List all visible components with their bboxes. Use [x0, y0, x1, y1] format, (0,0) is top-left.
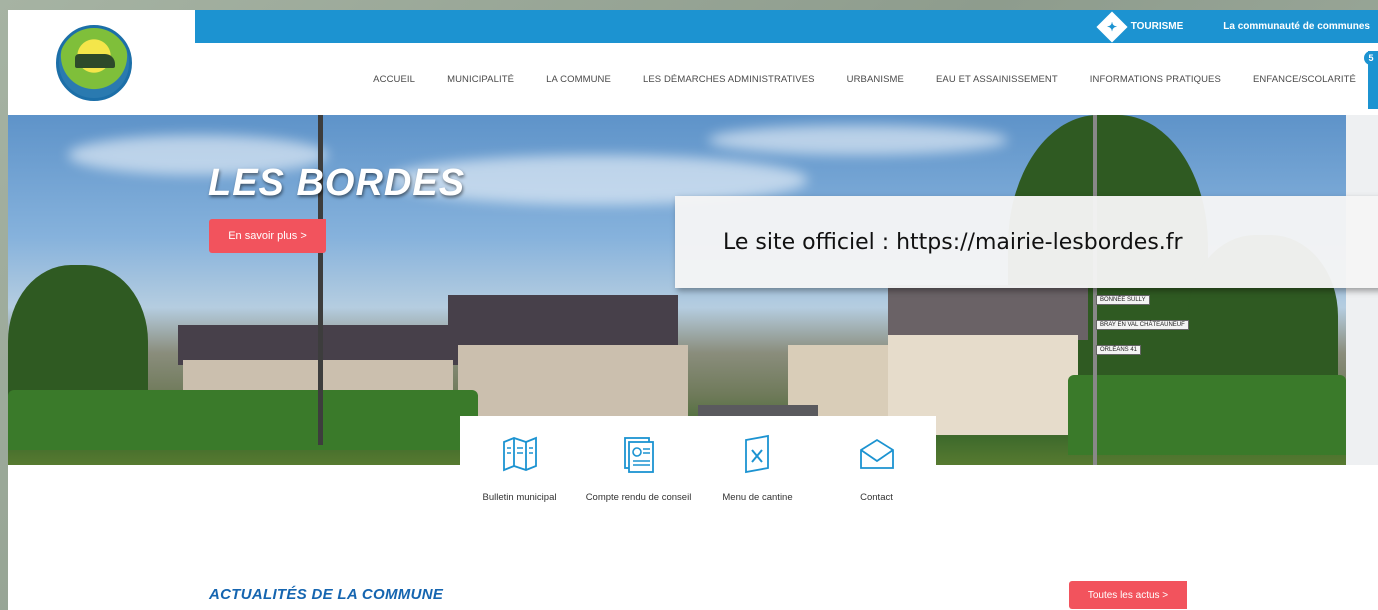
- quick-label: Contact: [860, 492, 893, 503]
- en-savoir-plus-button[interactable]: En savoir plus >: [209, 219, 326, 253]
- toutes-les-actus-button[interactable]: Toutes les actus >: [1069, 581, 1187, 609]
- nav-item-demarches[interactable]: LES DÉMARCHES ADMINISTRATIVES: [627, 74, 831, 85]
- communaute-link[interactable]: La communauté de communes: [1223, 21, 1370, 32]
- site-logo[interactable]: [56, 24, 132, 101]
- top-bar: ✦ TOURISME La communauté de communes: [195, 10, 1378, 43]
- news-section-title: ACTUALITÉS DE LA COMMUNE: [209, 586, 444, 603]
- quick-bulletin-municipal[interactable]: Bulletin municipal: [460, 416, 579, 526]
- nav-item-municipalite[interactable]: MUNICIPALITÉ: [431, 74, 530, 85]
- tourisme-link[interactable]: ✦ TOURISME: [1096, 10, 1184, 43]
- tourisme-label: TOURISME: [1130, 21, 1184, 32]
- nav-item-eau[interactable]: EAU ET ASSAINISSEMENT: [920, 74, 1074, 85]
- map-icon: [502, 436, 537, 472]
- official-site-banner: Le site officiel : https://mairie-lesbor…: [675, 196, 1378, 288]
- nav-item-enfance[interactable]: ENFANCE/SCOLARITÉ: [1237, 74, 1372, 85]
- quick-menu-cantine[interactable]: Menu de cantine: [698, 416, 817, 526]
- website-page: ✦ TOURISME La communauté de communes ACC…: [8, 10, 1378, 610]
- nav-item-accueil[interactable]: ACCUEIL: [357, 74, 431, 85]
- quick-compte-rendu[interactable]: Compte rendu de conseil: [579, 416, 698, 526]
- nav-item-urbanisme[interactable]: URBANISME: [831, 74, 920, 85]
- envelope-icon: [859, 438, 894, 469]
- nav-item-infos-pratiques[interactable]: INFORMATIONS PRATIQUES: [1074, 74, 1237, 85]
- main-nav: ACCUEIL MUNICIPALITÉ LA COMMUNE LES DÉMA…: [195, 43, 1378, 115]
- nav-item-la-commune[interactable]: LA COMMUNE: [530, 74, 627, 85]
- menu-icon: [744, 434, 769, 474]
- hero-title: LES BORDES: [208, 162, 466, 204]
- report-icon: [623, 437, 654, 473]
- logo-area[interactable]: [8, 10, 195, 115]
- tourisme-icon: ✦: [1096, 10, 1128, 43]
- quick-contact[interactable]: Contact: [817, 416, 936, 526]
- quick-label: Menu de cantine: [722, 492, 793, 503]
- hero-side-strip: [1346, 115, 1378, 465]
- quick-label: Compte rendu de conseil: [585, 492, 692, 503]
- quick-access-panel: Bulletin municipal Compte rendu de conse…: [460, 416, 936, 526]
- quick-label: Bulletin municipal: [482, 492, 557, 503]
- notification-badge: 5: [1364, 51, 1378, 65]
